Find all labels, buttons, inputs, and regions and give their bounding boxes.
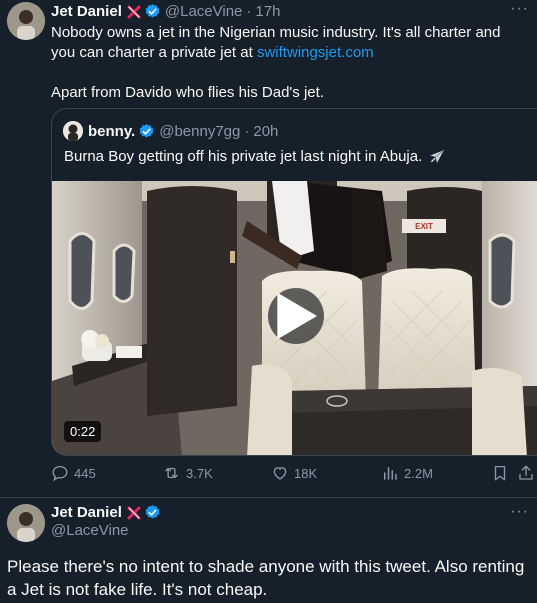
action-bar: 445 3.7K 18K 2.2M <box>51 464 537 486</box>
reply-icon <box>52 465 68 482</box>
views-icon <box>384 467 397 480</box>
quoted-header: benny. @benny7gg · 20h <box>63 121 278 141</box>
like-count: 18K <box>294 465 318 481</box>
verified-badge-icon <box>144 3 161 20</box>
more-icon[interactable]: ··· <box>510 503 529 521</box>
tweet-link[interactable]: swiftwingsjet.com <box>257 44 374 61</box>
views-button[interactable]: 2.2M <box>381 464 433 482</box>
reply-button[interactable]: 445 <box>51 464 96 482</box>
more-icon[interactable]: ··· <box>510 0 529 18</box>
quoted-tweet[interactable]: benny. @benny7gg · 20h Burna Boy getting… <box>51 108 537 456</box>
author-handle[interactable]: @LaceVine <box>165 3 243 20</box>
verified-badge-icon <box>138 123 155 140</box>
author-avatar[interactable] <box>7 2 45 40</box>
video-duration: 0:22 <box>64 421 102 442</box>
separator-dot: · <box>244 122 250 140</box>
verified-badge-icon <box>144 504 161 521</box>
tweet-time[interactable]: 17h <box>255 3 280 20</box>
tweet-text: Nobody owns a jet in the Nigerian music … <box>51 23 526 103</box>
separator-dot: · <box>246 3 252 20</box>
x-cross-emoji-icon <box>126 505 142 521</box>
airplane-emoji-icon <box>428 148 446 166</box>
x-cross-emoji-icon <box>126 4 142 20</box>
play-button[interactable] <box>268 288 324 344</box>
reply-text: Please there's no intent to shade anyone… <box>7 557 525 599</box>
main-tweet[interactable]: Jet Daniel @LaceVine · 17h ··· Nobody ow… <box>0 0 537 497</box>
quoted-handle[interactable]: @benny7gg <box>159 123 240 140</box>
reply-count: 445 <box>74 465 96 481</box>
repost-count: 3.7K <box>186 465 213 481</box>
bookmark-button[interactable] <box>491 464 509 482</box>
play-icon <box>277 292 317 340</box>
reply-author-avatar[interactable] <box>7 504 45 542</box>
share-icon <box>519 465 533 480</box>
quoted-time[interactable]: 20h <box>253 123 278 140</box>
share-button[interactable] <box>517 464 535 482</box>
quoted-author-name[interactable]: benny. <box>88 123 135 140</box>
repost-button[interactable]: 3.7K <box>162 464 213 482</box>
like-button[interactable]: 18K <box>271 464 317 482</box>
quoted-text-body: Burna Boy getting off his private jet la… <box>64 148 423 165</box>
video-player[interactable]: EXIT 0:22 <box>52 181 537 455</box>
repost-icon <box>165 467 178 479</box>
like-icon <box>273 467 287 480</box>
bookmark-icon <box>494 465 506 481</box>
exit-sign: EXIT <box>415 222 433 231</box>
author-name[interactable]: Jet Daniel <box>51 3 122 20</box>
reply-author-name[interactable]: Jet Daniel <box>51 504 122 521</box>
reply-header: Jet Daniel @LaceVine <box>51 504 161 539</box>
tweet-divider <box>0 497 537 498</box>
reply-handle[interactable]: @LaceVine <box>51 522 161 539</box>
tweet-header: Jet Daniel @LaceVine · 17h <box>51 3 280 20</box>
quoted-text: Burna Boy getting off his private jet la… <box>64 147 446 167</box>
quoted-avatar[interactable] <box>63 121 83 141</box>
tweet-text-para2: Apart from Davido who flies his Dad's je… <box>51 84 324 101</box>
views-count: 2.2M <box>404 465 433 481</box>
